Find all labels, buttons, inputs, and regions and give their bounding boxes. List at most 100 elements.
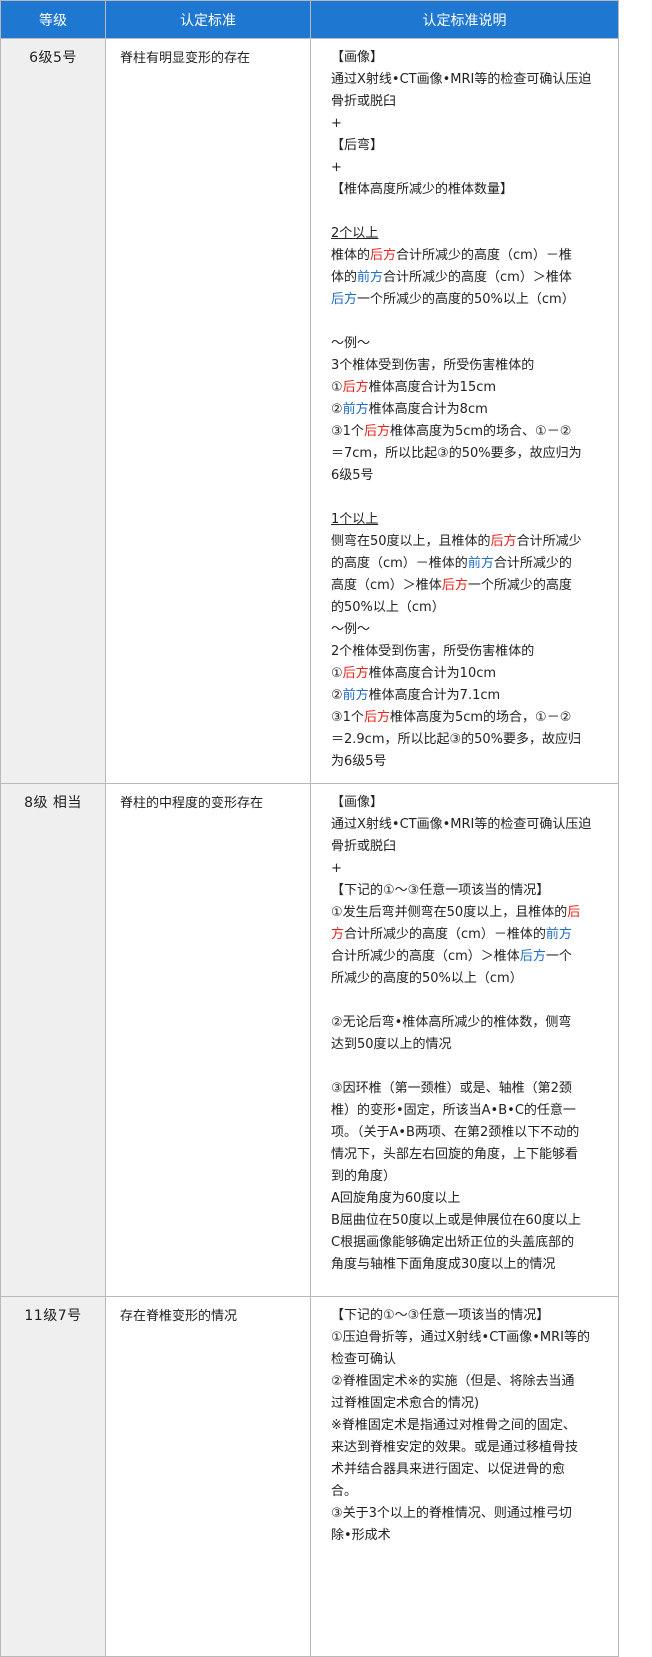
text-segment: 一个: [545, 949, 572, 964]
text-segment: ②: [331, 402, 343, 417]
text-segment: 项。（关于A•B两项、在第2颈椎以下不动的: [331, 1125, 580, 1140]
text-segment: ③因环椎（第一颈椎）或是、轴椎（第2颈: [331, 1081, 572, 1096]
highlight-red-text: 后方: [363, 424, 390, 439]
explanation-line: 合计所减少的高度（cm）＞椎体后方一个: [331, 946, 608, 968]
explanation-line: 椎）的变形•固定，所该当A•B•C的任意一: [331, 1100, 608, 1122]
text-segment: ※脊椎固定术是指通过对椎骨之间的固定、: [331, 1418, 576, 1433]
explanation-line: 角度与轴椎下面角度成30度以上的情况: [331, 1254, 608, 1276]
text-segment: 为6级5号: [331, 754, 387, 769]
text-segment: 合。: [331, 1484, 358, 1499]
explanation-line: [331, 201, 608, 223]
text-segment: 椎体高度合计为10cm: [368, 666, 497, 681]
text-segment: ＝2.9cm，所以比起③的50%要多，故应归: [331, 732, 582, 747]
explanation-line: ～例～: [331, 619, 608, 641]
text-segment: 【后弯】: [331, 138, 384, 153]
text-segment: ①: [331, 666, 343, 681]
text-segment: +: [331, 861, 342, 876]
highlight-blue-text: 前方: [342, 688, 369, 703]
underlined-heading: 2个以上: [331, 226, 379, 241]
explanation-line: 术并结合器具来进行固定、以促进骨的愈: [331, 1459, 608, 1481]
explanation-line: ③1个后方椎体高度为5cm的场合、①－②: [331, 421, 608, 443]
text-segment: 的高度（cm）－椎体的: [331, 556, 468, 571]
explanation-line: ③1个后方椎体高度为5cm的场合，①－②: [331, 707, 608, 729]
explanation-line: ③关于3个以上的脊椎情况、则通过椎弓切: [331, 1503, 608, 1525]
header-explanation: 认定标准说明: [310, 0, 619, 39]
text-segment: 角度与轴椎下面角度成30度以上的情况: [331, 1257, 556, 1272]
explanation-line: [331, 990, 608, 1012]
text-segment: 椎体高度合计为7.1cm: [368, 688, 501, 703]
text-segment: 的50%以上（cm）: [331, 600, 445, 615]
explanation-line: 体的前方合计所减少的高度（cm）＞椎体: [331, 267, 608, 289]
explanation-line: 【画像】: [331, 47, 608, 69]
text-segment: 椎体高度合计为15cm: [368, 380, 497, 395]
text-segment: ～例～: [331, 622, 371, 637]
text-segment: 【画像】: [331, 795, 384, 810]
explanation-line: 高度（cm）＞椎体后方一个所减少的高度: [331, 575, 608, 597]
explanation-line: ①压迫骨折等，通过X射线•CT画像•MRI等的: [331, 1327, 608, 1349]
text-segment: ＝7cm，所以比起③的50%要多，故应归为: [331, 446, 582, 461]
explanation-line: 2个以上: [331, 223, 608, 245]
explanation-line: 1个以上: [331, 509, 608, 531]
text-segment: ③1个: [331, 424, 364, 439]
text-segment: 除•形成术: [331, 1528, 391, 1543]
explanation-line: [331, 487, 608, 509]
grade-cell: 11级7号: [0, 1296, 106, 1657]
text-segment: 合计所减少的高度（cm）－椎体的: [344, 927, 546, 942]
text-segment: 达到50度以上的情况: [331, 1037, 452, 1052]
explanation-line: 情况下，头部左右回旋的角度，上下能够看: [331, 1144, 608, 1166]
text-segment: ②: [331, 688, 343, 703]
explanation-line: 通过X射线•CT画像•MRI等的检查可确认压迫: [331, 814, 608, 836]
explanation-line: ＝7cm，所以比起③的50%要多，故应归为: [331, 443, 608, 465]
explanation-line: 所减少的高度的50%以上（cm）: [331, 968, 608, 990]
text-segment: 所减少的高度的50%以上（cm）: [331, 971, 523, 986]
criteria-table: 等级 认定标准 认定标准说明 6级5号 脊柱有明显变形的存在 【画像】 通过X射线…: [0, 0, 619, 1657]
highlight-red-text: 后方: [441, 578, 468, 593]
text-segment: 椎体的: [331, 248, 371, 263]
explanation-line: 合。: [331, 1481, 608, 1503]
text-segment: 骨折或脱臼: [331, 839, 397, 854]
explanation-line: 6级5号: [331, 465, 608, 487]
explanation-line: 【画像】: [331, 792, 608, 814]
text-segment: +: [331, 116, 342, 131]
explanation-line: 来达到脊椎安定的效果。或是通过移植骨技: [331, 1437, 608, 1459]
highlight-blue-text: 后方: [519, 949, 546, 964]
highlight-red-text: 后方: [363, 710, 390, 725]
text-segment: 来达到脊椎安定的效果。或是通过移植骨技: [331, 1440, 579, 1455]
explanation-line: 的高度（cm）－椎体的前方合计所减少的: [331, 553, 608, 575]
text-segment: 到的角度）: [331, 1169, 397, 1184]
explanation-line: ＝2.9cm，所以比起③的50%要多，故应归: [331, 729, 608, 751]
text-segment: 【椎体高度所减少的椎体数量】: [331, 182, 514, 197]
explanation-line: C根据画像能够确定出矫正位的头盖底部的: [331, 1232, 608, 1254]
explanation-line: ①发生后弯并侧弯在50度以上，且椎体的后: [331, 902, 608, 924]
grade-cell: 8级 相当: [0, 783, 106, 1297]
text-segment: 2个椎体受到伤害，所受伤害椎体的: [331, 644, 535, 659]
explanation-line: 2个椎体受到伤害，所受伤害椎体的: [331, 641, 608, 663]
text-segment: 合计所减少: [516, 534, 582, 549]
text-segment: 一个所减少的高度: [467, 578, 572, 593]
explanation-line: ①后方椎体高度合计为15cm: [331, 377, 608, 399]
text-segment: 椎）的变形•固定，所该当A•B•C的任意一: [331, 1103, 576, 1118]
highlight-blue-text: 后方: [331, 292, 358, 307]
underlined-heading: 1个以上: [331, 512, 379, 527]
explanation-line: 的50%以上（cm）: [331, 597, 608, 619]
text-segment: ①压迫骨折等，通过X射线•CT画像•MRI等的: [331, 1330, 590, 1345]
text-segment: 椎体高度合计为8cm: [368, 402, 488, 417]
table-row: 11级7号 存在脊椎变形的情况 【下记的①～③任意一项该当的情况】 ①压迫骨折等，…: [0, 1296, 619, 1657]
highlight-red-text: 后方: [342, 380, 369, 395]
explanation-line: 3个椎体受到伤害，所受伤害椎体的: [331, 355, 608, 377]
text-segment: 合计所减少的高度（cm）＞椎体: [383, 270, 572, 285]
explanation-line: 过脊椎固定术愈合的情况): [331, 1393, 608, 1415]
highlight-blue-text: 前方: [545, 927, 572, 942]
explanation-line: ②无论后弯•椎体高所减少的椎体数，侧弯: [331, 1012, 608, 1034]
explanation-line: 为6级5号: [331, 751, 608, 773]
explanation-line: ②前方椎体高度合计为7.1cm: [331, 685, 608, 707]
explanation-line: B屈曲位在50度以上或是伸展位在60度以上: [331, 1210, 608, 1232]
explanation-line: 检查可确认: [331, 1349, 608, 1371]
highlight-red-text: 后方: [342, 666, 369, 681]
text-segment: 椎体高度为5cm的场合，①－②: [389, 710, 572, 725]
text-segment: ～例～: [331, 336, 371, 351]
highlight-blue-text: 前方: [342, 402, 369, 417]
highlight-red-text: 后方: [490, 534, 517, 549]
text-segment: 合计所减少的高度（cm）－椎: [396, 248, 572, 263]
text-segment: 通过X射线•CT画像•MRI等的检查可确认压迫: [331, 72, 592, 87]
